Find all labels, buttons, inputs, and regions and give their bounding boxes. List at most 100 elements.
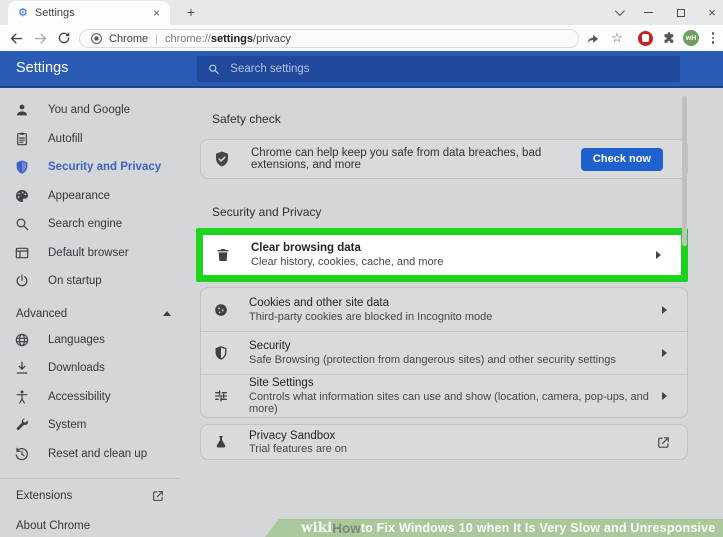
sidebar-item-accessibility[interactable]: Accessibility — [0, 383, 195, 412]
row-clear-browsing-data[interactable]: Clear browsing data Clear history, cooki… — [203, 235, 681, 275]
sidebar-item-label: Reset and clean up — [48, 448, 147, 460]
row-subtitle: Third-party cookies are blocked in Incog… — [249, 311, 662, 323]
extensions-menu-button[interactable] — [658, 27, 680, 49]
tune-icon — [213, 388, 229, 404]
wikihow-watermark: wikiHow to Fix Windows 10 when It Is Ver… — [265, 519, 723, 537]
settings-search-input[interactable] — [230, 63, 670, 75]
sidebar-advanced-toggle[interactable]: Advanced — [0, 302, 195, 326]
sidebar-item-autofill[interactable]: Autofill — [0, 125, 195, 154]
sidebar-item-default-browser[interactable]: Default browser — [0, 239, 195, 268]
sidebar-item-system[interactable]: System — [0, 411, 195, 440]
address-bar[interactable]: Chrome | chrome://settings/privacy — [79, 29, 579, 48]
sidebar-item-label: On startup — [48, 275, 102, 287]
window-maximize-button[interactable] — [669, 0, 693, 25]
row-subtitle: Controls what information sites can use … — [249, 391, 662, 415]
new-tab-button[interactable]: + — [181, 3, 201, 23]
bookmark-star-button[interactable]: ☆ — [606, 27, 628, 49]
row-site-settings[interactable]: Site Settings Controls what information … — [201, 374, 687, 417]
trash-icon — [215, 247, 231, 263]
globe-icon — [14, 332, 30, 348]
download-icon — [14, 360, 30, 376]
url-scheme: chrome:// — [165, 33, 211, 45]
tab-close-icon[interactable]: × — [151, 6, 162, 20]
row-security[interactable]: Security Safe Browsing (protection from … — [201, 331, 687, 374]
share-icon — [585, 31, 600, 46]
row-title: Security — [249, 340, 662, 352]
sidebar-item-languages[interactable]: Languages — [0, 326, 195, 355]
settings-content: You and Google Autofill Security and Pri… — [0, 88, 723, 537]
sidebar-item-label: System — [48, 419, 86, 431]
page-title: Settings — [16, 51, 68, 86]
settings-header: Settings — [0, 51, 723, 88]
url-site-label: Chrome — [109, 33, 148, 45]
window-minimize-button[interactable] — [636, 0, 660, 25]
sidebar-item-on-startup[interactable]: On startup — [0, 267, 195, 296]
watermark-title: to Fix Windows 10 when It Is Very Slow a… — [361, 521, 716, 535]
sidebar-item-label: Default browser — [48, 247, 129, 259]
settings-gear-favicon-icon: ⚙ — [18, 8, 28, 19]
chrome-logo-icon — [90, 32, 103, 45]
forward-button[interactable] — [28, 27, 52, 49]
sidebar-item-extensions[interactable]: Extensions — [0, 483, 195, 509]
external-link-icon[interactable] — [656, 435, 671, 450]
shield-icon — [14, 159, 30, 175]
tab-settings[interactable]: ⚙ Settings × — [8, 1, 170, 25]
sidebar-item-label: Accessibility — [48, 391, 111, 403]
autofill-icon — [14, 131, 30, 147]
reload-button[interactable] — [52, 27, 76, 49]
security-privacy-card: Cookies and other site data Third-party … — [200, 287, 688, 418]
tab-strip: ⚙ Settings × + × — [0, 0, 723, 25]
sidebar-item-reset-and-clean-up[interactable]: Reset and clean up — [0, 440, 195, 469]
safety-check-message: Chrome can help keep you safe from data … — [251, 147, 581, 171]
row-privacy-sandbox[interactable]: Privacy Sandbox Trial features are on — [200, 424, 688, 460]
flask-icon — [213, 434, 229, 450]
caret-up-icon — [163, 311, 171, 316]
share-button[interactable] — [581, 27, 603, 49]
about-chrome-label: About Chrome — [16, 520, 90, 532]
check-now-button[interactable]: Check now — [581, 148, 663, 171]
row-title: Clear browsing data — [251, 242, 656, 254]
wikihow-brand-wiki: wiki — [301, 520, 332, 536]
sidebar-item-search-engine[interactable]: Search engine — [0, 210, 195, 239]
profile-button[interactable]: wH — [680, 27, 702, 49]
sidebar-item-appearance[interactable]: Appearance — [0, 182, 195, 211]
window-close-button[interactable]: × — [701, 0, 723, 25]
extension-red-button[interactable] — [634, 27, 656, 49]
external-link-icon — [151, 489, 165, 503]
profile-avatar: wH — [683, 30, 699, 46]
chevron-right-icon — [662, 306, 667, 314]
shield-check-icon — [213, 150, 231, 168]
row-title: Site Settings — [249, 377, 662, 389]
chevron-right-icon — [656, 251, 661, 259]
sidebar-item-label: Security and Privacy — [48, 161, 161, 173]
sidebar-item-downloads[interactable]: Downloads — [0, 354, 195, 383]
palette-icon — [14, 188, 30, 204]
forward-icon — [33, 31, 48, 46]
row-cookies-and-other-site-data[interactable]: Cookies and other site data Third-party … — [201, 288, 687, 331]
back-icon — [9, 31, 24, 46]
cookie-icon — [213, 302, 229, 318]
sidebar-item-security-and-privacy[interactable]: Security and Privacy — [0, 153, 195, 182]
settings-sidebar: You and Google Autofill Security and Pri… — [0, 88, 195, 537]
extensions-puzzle-icon — [662, 31, 677, 46]
settings-search-box[interactable] — [197, 56, 680, 82]
tab-search-chevron-icon[interactable] — [606, 0, 630, 25]
maximize-icon — [677, 9, 685, 17]
accessibility-icon — [14, 389, 30, 405]
reload-icon — [57, 31, 71, 45]
sidebar-item-label: You and Google — [48, 104, 130, 116]
sidebar-item-label: Search engine — [48, 218, 122, 230]
browser-menu-button[interactable] — [702, 27, 723, 49]
browser-toolbar: Chrome | chrome://settings/privacy ☆ wH — [0, 25, 723, 51]
shield-half-icon — [213, 345, 229, 361]
sidebar-divider — [0, 478, 180, 479]
sidebar-item-about-chrome[interactable]: About Chrome — [0, 513, 195, 537]
restore-icon — [14, 446, 30, 462]
wikihow-brand-how: How — [332, 521, 361, 536]
row-subtitle: Clear history, cookies, cache, and more — [251, 256, 656, 268]
back-button[interactable] — [4, 27, 28, 49]
scrollbar-thumb[interactable] — [682, 96, 687, 246]
power-icon — [14, 273, 30, 289]
sidebar-item-you-and-google[interactable]: You and Google — [0, 96, 195, 125]
security-privacy-heading: Security and Privacy — [212, 205, 723, 219]
